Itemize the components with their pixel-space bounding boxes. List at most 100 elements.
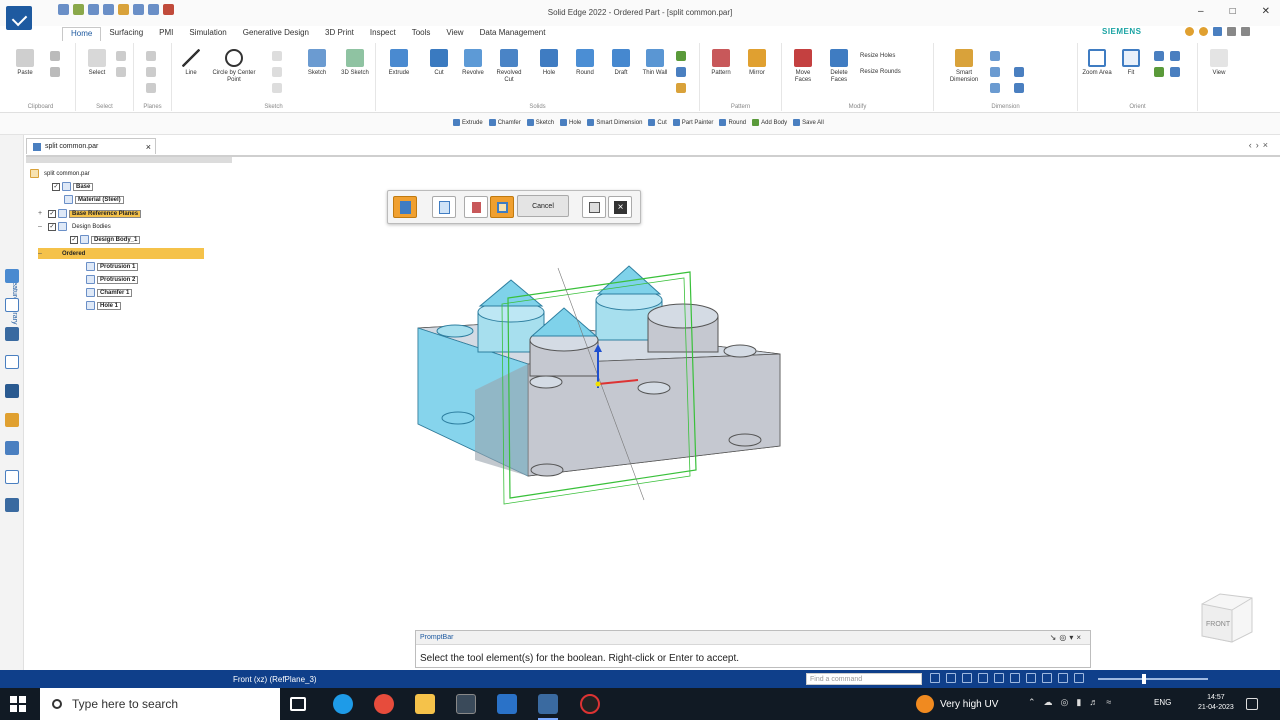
union-button[interactable] — [464, 196, 488, 218]
close-tab-icon[interactable]: × — [146, 142, 151, 152]
rectangle-icon[interactable] — [272, 51, 282, 61]
pin-icon[interactable]: ↘ — [1050, 633, 1060, 642]
fit-button[interactable]: Fit — [1116, 49, 1146, 77]
cmd-chamfer[interactable]: Chamfer — [488, 119, 521, 126]
mail-icon[interactable] — [497, 694, 517, 714]
minimize-icon[interactable]: – — [1198, 6, 1204, 17]
zoom-slider-thumb[interactable] — [1142, 674, 1146, 684]
close-document-icon[interactable]: × — [1263, 140, 1272, 150]
line-button[interactable]: Line — [176, 49, 206, 77]
network-icon[interactable]: ◎ — [1061, 697, 1069, 708]
boolean-icon[interactable] — [676, 67, 686, 77]
microphone-icon[interactable]: ◎ — [1059, 633, 1069, 642]
copy-icon[interactable] — [50, 67, 60, 77]
wifi-icon[interactable]: ≈ — [1106, 697, 1111, 708]
tab-inspect[interactable]: Inspect — [362, 27, 404, 41]
clock[interactable]: 14:57 21-04-2023 — [1198, 693, 1234, 713]
select-button[interactable]: Select — [82, 49, 112, 77]
plane-icon[interactable] — [146, 51, 156, 61]
sensors-icon[interactable] — [5, 327, 19, 341]
weather-widget[interactable]: Very high UV — [916, 695, 998, 713]
select-box-icon[interactable] — [116, 67, 126, 77]
move-faces-button[interactable]: Move Faces — [788, 49, 818, 84]
coordinate-system-icon[interactable] — [146, 67, 156, 77]
sketch-button[interactable]: Sketch — [302, 49, 332, 77]
chevron-up-icon[interactable]: ⌃ — [1028, 697, 1036, 708]
resize-holes-button[interactable]: Resize Holes — [860, 53, 895, 59]
paste-button[interactable]: Paste — [10, 49, 40, 77]
tab-home[interactable]: Home — [62, 27, 102, 41]
maximize-icon[interactable]: □ — [1230, 6, 1236, 17]
tab-simulation[interactable]: Simulation — [181, 27, 234, 41]
smart-dimension-button[interactable]: Smart Dimension — [944, 49, 984, 84]
hole-button[interactable]: Hole — [534, 49, 564, 77]
volume-icon[interactable]: ♬ — [1089, 697, 1098, 708]
close-icon[interactable]: × — [1076, 633, 1084, 642]
add-body-icon[interactable] — [676, 51, 686, 61]
fillet-icon[interactable] — [272, 83, 282, 93]
pathfinder-icon[interactable] — [5, 269, 19, 283]
tab-view[interactable]: View — [438, 27, 471, 41]
tool-body-step-button[interactable] — [432, 196, 456, 218]
cut-button[interactable]: Cut — [424, 49, 454, 77]
view-orientation-icon[interactable] — [1058, 673, 1068, 683]
pan-icon[interactable] — [1170, 51, 1180, 61]
recorder-icon[interactable] — [580, 694, 600, 714]
tab-tools[interactable]: Tools — [404, 27, 439, 41]
feedback-icon[interactable] — [1199, 27, 1208, 36]
variable-table-icon[interactable] — [1014, 67, 1024, 77]
share-icon[interactable] — [946, 673, 956, 683]
design-intent-icon[interactable] — [5, 470, 19, 484]
dimension-style-icon[interactable] — [1014, 83, 1024, 93]
smiley-icon[interactable] — [1185, 27, 1194, 36]
pattern-button[interactable]: Pattern — [706, 49, 736, 77]
view-cube[interactable]: FRONT — [1198, 592, 1256, 644]
select-filter-icon[interactable] — [116, 51, 126, 61]
battery-icon[interactable]: ▮ — [1076, 697, 1081, 708]
relationships-icon[interactable] — [5, 413, 19, 427]
tab-surfacing[interactable]: Surfacing — [101, 27, 151, 41]
revolve-button[interactable]: Revolve — [458, 49, 488, 77]
rotate-icon[interactable] — [1154, 67, 1164, 77]
part-model-graphic[interactable] — [400, 260, 800, 510]
chevron-left-icon[interactable]: ‹ — [1249, 140, 1256, 150]
task-view-icon[interactable] — [290, 697, 306, 711]
thin-wall-button[interactable]: Thin Wall — [640, 49, 670, 77]
language-indicator[interactable]: ENG — [1154, 698, 1171, 707]
cmd-cut[interactable]: Cut — [648, 119, 667, 126]
solid-edge-taskbar-icon[interactable] — [538, 694, 558, 714]
zoom-in-icon[interactable] — [994, 673, 1004, 683]
dimension-tool-icon[interactable] — [990, 51, 1000, 61]
find-command-input[interactable]: Find a command — [806, 673, 922, 685]
accept-button[interactable] — [582, 196, 606, 218]
subtract-button[interactable] — [490, 196, 514, 218]
chevron-right-icon[interactable]: › — [1256, 140, 1263, 150]
cmd-sketch[interactable]: Sketch — [526, 119, 554, 126]
variables-icon[interactable] — [5, 355, 19, 369]
view-button[interactable]: View — [1204, 49, 1234, 77]
render-style-icon[interactable] — [1074, 673, 1084, 683]
fit-view-icon[interactable] — [1010, 673, 1020, 683]
extrude-button[interactable]: Extrude — [384, 49, 414, 77]
relate-icon[interactable] — [990, 67, 1000, 77]
rotate-view-icon[interactable] — [1042, 673, 1052, 683]
zoom-slider[interactable] — [1098, 678, 1208, 680]
appearance-icon[interactable] — [5, 384, 19, 398]
store-icon[interactable] — [456, 694, 476, 714]
views-icon[interactable] — [1170, 67, 1180, 77]
target-body-step-button[interactable] — [393, 196, 417, 218]
circle-button[interactable]: Circle by Center Point — [210, 49, 258, 84]
layers-icon[interactable] — [5, 298, 19, 312]
cmd-smart-dimension[interactable]: Smart Dimension — [587, 119, 642, 126]
cancel-button[interactable]: Cancel — [517, 195, 569, 217]
parts-library-icon[interactable] — [5, 441, 19, 455]
help-icon[interactable] — [1227, 27, 1236, 36]
cut-clipboard-icon[interactable] — [50, 51, 60, 61]
cmd-save-all[interactable]: Save All — [793, 119, 824, 126]
chrome-browser-icon[interactable] — [374, 694, 394, 714]
close-panel-button[interactable]: × — [608, 196, 632, 218]
delete-faces-button[interactable]: Delete Faces — [824, 49, 854, 84]
edge-browser-icon[interactable] — [333, 694, 353, 714]
feature-library-tab[interactable]: Feature Library — [4, 277, 18, 367]
arc-icon[interactable] — [272, 67, 282, 77]
